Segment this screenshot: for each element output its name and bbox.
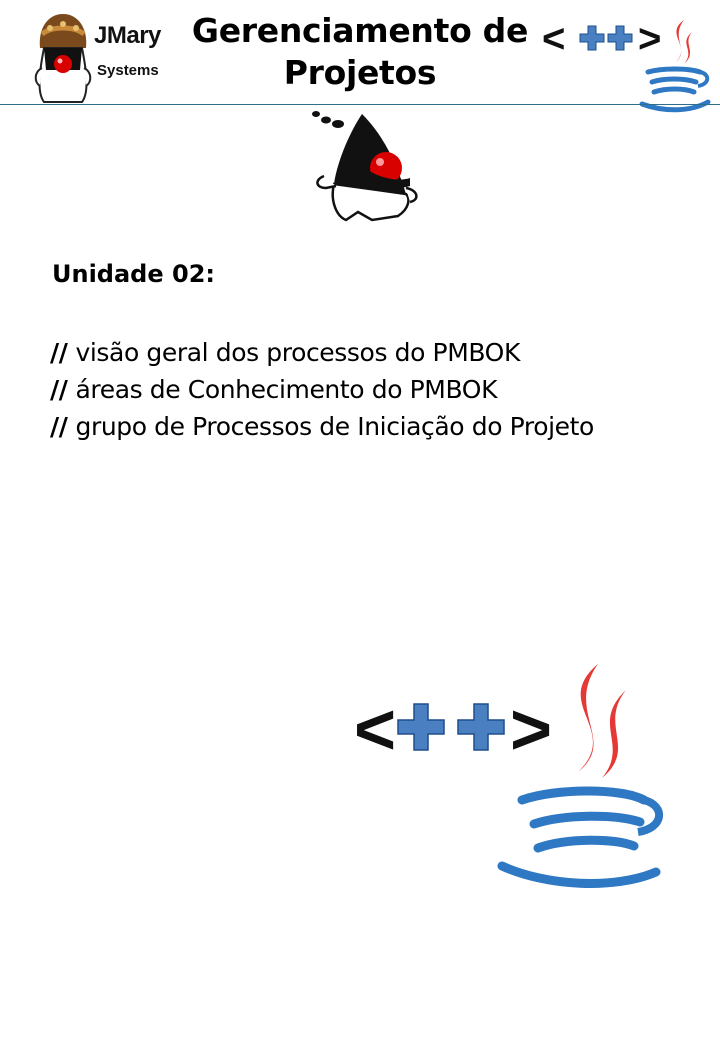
topic-item: //visão geral dos processos do PMBOK <box>50 334 594 371</box>
topic-list: //visão geral dos processos do PMBOK //á… <box>50 334 594 445</box>
java-cup-logo-small <box>639 20 711 113</box>
document-title: Gerenciamento de Projetos <box>191 11 529 92</box>
topic-item: //grupo de Processos de Iniciação do Pro… <box>50 408 594 445</box>
comment-marker: // <box>50 375 68 404</box>
topic-text: áreas de Conhecimento do PMBOK <box>75 375 498 404</box>
topic-text: grupo de Processos de Iniciação do Proje… <box>75 412 594 441</box>
topic-text: visão geral dos processos do PMBOK <box>75 338 520 367</box>
duke-mascot-image <box>312 111 418 222</box>
brand-name: JMary <box>94 22 161 49</box>
unit-heading: Unidade 02: <box>52 260 215 288</box>
svg-text:<: < <box>542 17 565 61</box>
svg-text:<: < <box>354 690 396 770</box>
header-divider <box>0 104 720 105</box>
page-header: JMary Systems Gerenciamento de Projetos … <box>0 0 720 113</box>
brand-subtitle: Systems <box>97 62 159 79</box>
topic-item: //áreas de Conhecimento do PMBOK <box>50 371 594 408</box>
java-cup-logo-large <box>497 664 664 888</box>
comment-marker: // <box>50 412 68 441</box>
jmary-mascot-logo <box>34 14 92 103</box>
comment-marker: // <box>50 338 68 367</box>
